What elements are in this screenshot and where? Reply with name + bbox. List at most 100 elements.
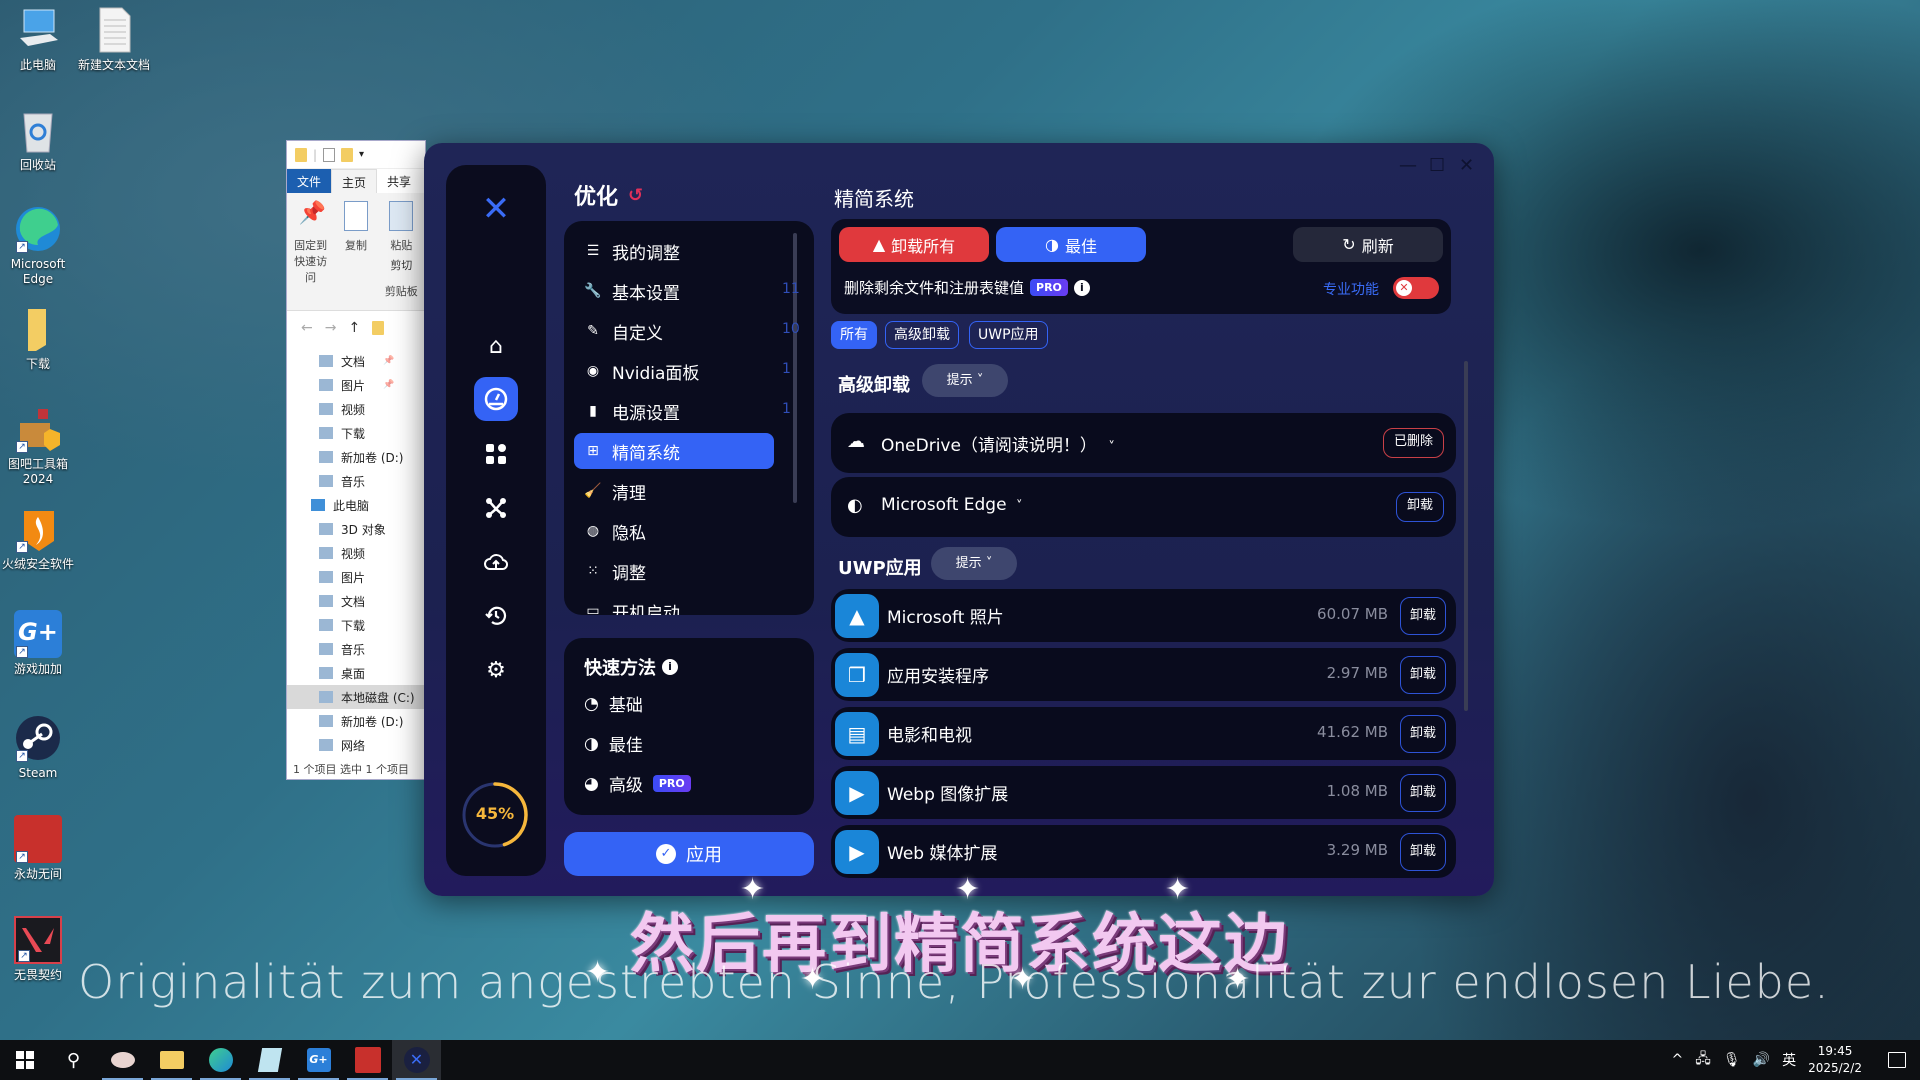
cut-button[interactable]: 剪切 [384,257,419,273]
nav-tree-item[interactable]: 新加卷 (D:) [287,445,425,469]
list-scrollbar[interactable] [1464,361,1468,711]
taskbar-file-explorer[interactable] [147,1040,196,1080]
filter-tab[interactable]: UWP应用 [969,321,1048,349]
nav-tree-item[interactable]: 视频 [287,397,425,421]
tab-home[interactable]: 主页 [331,169,378,193]
menu-scrollbar[interactable] [793,233,797,503]
address-folder-icon[interactable] [372,321,385,335]
menu-item[interactable]: ✎ 自定义 [574,313,774,349]
taskbar-edge[interactable] [196,1040,245,1080]
menu-item[interactable]: ⁙ 调整 [574,553,774,589]
search-button[interactable]: ⚲ [49,1040,98,1080]
nav-tree-item[interactable]: 网络 [287,733,425,757]
nav-tree-item[interactable]: 文档 📌 [287,349,425,373]
menu-item[interactable]: ⊞ 精简系统 [574,433,774,469]
home-icon[interactable]: ⌂ [474,324,518,368]
menu-item[interactable]: ◉ Nvidia面板 [574,353,774,389]
clock[interactable]: 19:45 2025/2/2 [1808,1043,1862,1077]
removed-badge[interactable]: 已删除 [1382,428,1444,458]
menu-item[interactable]: ▮ 电源设置 [574,393,774,429]
chevron-up-icon[interactable]: ^ [1672,1052,1684,1068]
paste-button[interactable]: 粘贴 剪切 剪贴板 [384,201,419,302]
desktop-icon-toolbox[interactable]: ↗ 图吧工具箱 2024 [0,405,76,487]
desktop-icon-gplus[interactable]: G+ ↗ 游戏加加 [0,610,76,677]
nav-tree-item[interactable]: 视频 [287,541,425,565]
refresh-button[interactable]: ↻ 刷新 [1293,227,1443,262]
notification-icon[interactable] [1888,1052,1906,1068]
customize-toolbar-icon[interactable]: ▾ [359,149,364,160]
copy-button[interactable]: 复制 [338,201,373,302]
filter-tab[interactable]: 所有 [831,321,877,349]
info-icon[interactable]: i [662,659,678,675]
uninstall-button[interactable]: 卸载 [1400,833,1446,871]
menu-item[interactable]: 🧹 清理 [574,473,774,509]
quick-method-best[interactable]: ◑ 最佳 [584,731,643,757]
uwp-hint-dropdown[interactable]: 提示 ˅ [931,547,1017,580]
new-folder-icon[interactable] [341,147,354,162]
microphone-icon[interactable]: 🎙 [1723,1052,1741,1068]
uninstall-button[interactable]: 卸载 [1400,715,1446,753]
nav-tree-item[interactable]: 桌面 [287,661,425,685]
restore-history-icon[interactable] [474,594,518,638]
maximize-button[interactable]: ☐ [1429,155,1445,176]
nav-tree-item[interactable]: 3D 对象 [287,517,425,541]
best-button[interactable]: ◑ 最佳 [996,227,1146,262]
nav-tree-item[interactable]: 图片 [287,565,425,589]
nav-tree-item[interactable]: 下载 [287,613,425,637]
volume-icon[interactable]: 🔊 [1753,1052,1770,1068]
file-explorer-window[interactable]: | ▾ 文件 主页 共享 📌 固定到快速访问 复制 粘贴 剪切 剪贴板 ← → … [286,140,426,780]
filter-tab[interactable]: 高级卸载 [885,321,959,349]
uninstall-button[interactable]: 卸载 [1400,656,1446,694]
desktop-icon-edge[interactable]: ↗ Microsoft Edge [0,205,76,287]
quick-method-basic[interactable]: ◔ 基础 [584,691,643,717]
desktop-icon-steam[interactable]: ↗ Steam [0,714,76,781]
nav-tree-item[interactable]: 文档 [287,589,425,613]
settings-gear-icon[interactable]: ⚙ [474,648,518,692]
taskbar-optimizer[interactable]: ✕ [392,1040,441,1080]
back-icon[interactable]: ← [301,320,313,336]
uninstall-all-button[interactable]: ▲ 卸载所有 [839,227,989,262]
nav-tree-item[interactable]: 下载 [287,421,425,445]
chevron-down-icon[interactable]: ˅ [1016,499,1023,514]
quick-method-advanced[interactable]: ◕ 高级 PRO [584,771,691,796]
tab-share[interactable]: 共享 [377,169,421,193]
info-icon[interactable]: i [1073,279,1090,296]
cloud-upload-icon[interactable] [474,540,518,584]
pin-quick-access-button[interactable]: 📌 固定到快速访问 [293,201,328,302]
menu-item[interactable]: 🔧 基本设置 [574,273,774,309]
optimize-gauge-icon[interactable] [474,377,518,421]
uninstall-edge-button[interactable]: 卸载 [1395,492,1444,522]
minimize-button[interactable]: — [1399,155,1417,176]
nav-tree-item[interactable]: 图片 📌 [287,373,425,397]
nav-tree-item[interactable]: 音乐 [287,637,425,661]
desktop-icon-huorong[interactable]: ↗ 火绒安全软件 [0,505,76,572]
advanced-hint-dropdown[interactable]: 提示 ˅ [922,364,1008,397]
apps-grid-icon[interactable] [474,432,518,476]
ime-indicator[interactable]: 英 [1782,1050,1796,1070]
close-button[interactable]: ✕ [1459,155,1474,176]
taskbar-snipping-tool[interactable] [98,1040,147,1080]
tab-file[interactable]: 文件 [287,169,332,193]
menu-item[interactable]: ☰ 我的调整 [574,233,774,269]
uninstall-button[interactable]: 卸载 [1400,597,1446,635]
desktop-icon-naraka[interactable]: ↗ 永劫无间 [0,815,76,882]
menu-item[interactable]: ◍ 隐私 [574,513,774,549]
apply-button[interactable]: ✓ 应用 [564,832,814,876]
desktop-icon-recycle-bin[interactable]: 回收站 [0,106,76,173]
undo-icon[interactable]: ↺ [628,185,643,206]
network-nodes-icon[interactable] [474,486,518,530]
pro-feature-link[interactable]: 专业功能 [1323,279,1379,299]
taskbar-naraka[interactable] [343,1040,392,1080]
desktop-icon-new-text-doc[interactable]: 新建文本文档 [76,6,152,73]
nav-tree-item[interactable]: 本地磁盘 (C:) [287,685,425,709]
desktop-icon-downloads[interactable]: 下载 [0,305,76,372]
nav-tree-item[interactable]: 音乐 [287,469,425,493]
uninstall-button[interactable]: 卸载 [1400,774,1446,812]
chevron-down-icon[interactable]: ˅ [1108,440,1115,455]
forward-icon[interactable]: → [325,320,337,336]
taskbar-gplus[interactable]: G+ [294,1040,343,1080]
network-icon[interactable]: 🖧 [1695,1048,1711,1072]
up-icon[interactable]: ↑ [348,320,360,336]
properties-icon[interactable] [323,147,336,162]
start-button[interactable] [0,1040,49,1080]
